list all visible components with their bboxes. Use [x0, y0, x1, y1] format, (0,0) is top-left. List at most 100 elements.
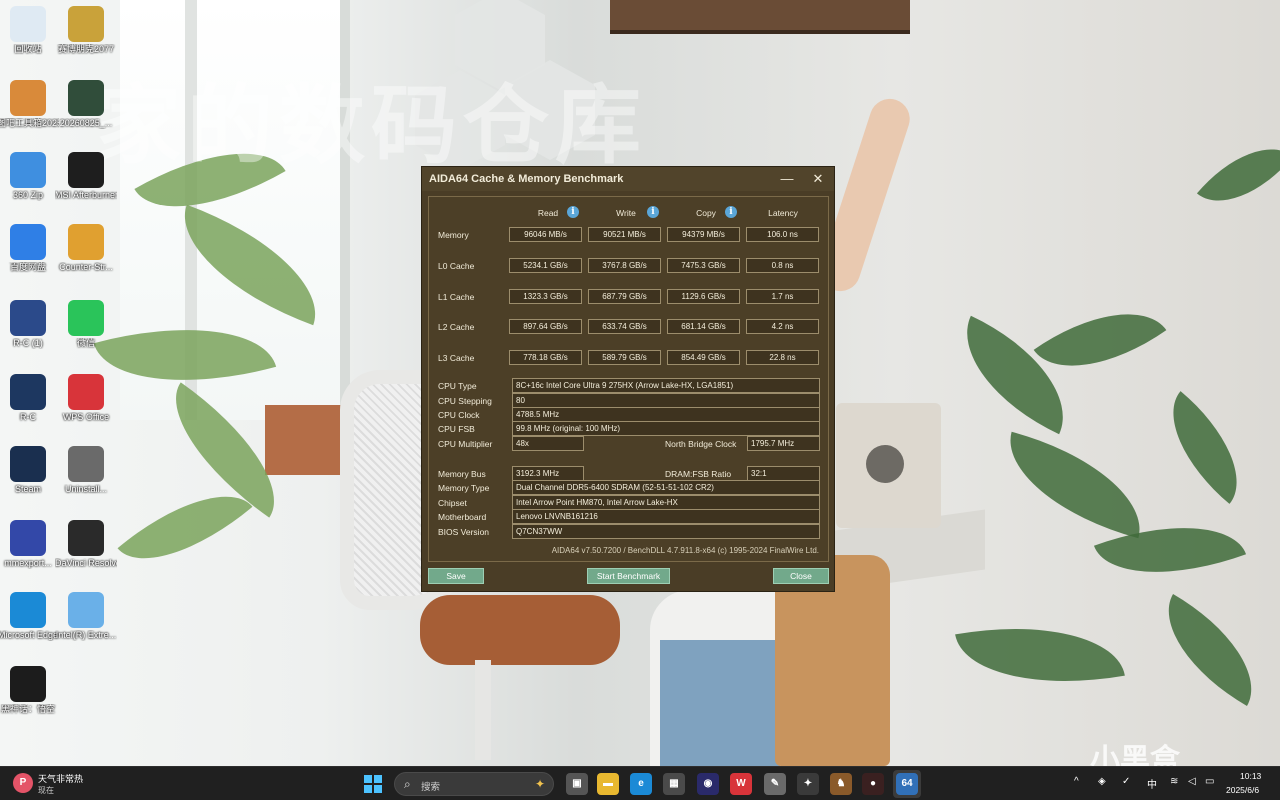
app-icon	[10, 666, 46, 702]
cpu-fsb-value: 99.8 MHz (original: 100 MHz)	[512, 421, 820, 436]
start-menu-icon[interactable]	[364, 775, 382, 793]
app-face-icon[interactable]: ◉	[697, 773, 719, 795]
motherboard-label: Motherboard	[438, 512, 487, 522]
app-icon	[10, 80, 46, 116]
minimize-icon[interactable]: —	[774, 170, 800, 188]
tray-app-icon[interactable]: ◈	[1098, 776, 1106, 787]
desktop-icon[interactable]: 回收站	[0, 6, 59, 55]
aida64-benchmark-window[interactable]: AIDA64 Cache & Memory Benchmark — ✕ Read…	[421, 166, 835, 592]
info-icon[interactable]: i	[647, 206, 659, 218]
close-button[interactable]: Close	[773, 568, 829, 584]
bench-copy-value: 1129.6 GB/s	[667, 289, 740, 304]
record-icon[interactable]: ●	[862, 773, 884, 795]
desktop-icon-label: 360 Zip	[12, 190, 44, 200]
app-icon	[10, 520, 46, 556]
desktop-icon[interactable]: mmexport...	[0, 520, 59, 569]
clock-date[interactable]: 2025/6/6	[1226, 785, 1259, 795]
person-jeans	[660, 640, 780, 766]
info-icon[interactable]: i	[567, 206, 579, 218]
store-icon[interactable]: ▦	[663, 773, 685, 795]
desktop-icon-label: R-C (1)	[13, 338, 43, 348]
close-icon[interactable]: ✕	[805, 170, 831, 188]
wifi-icon[interactable]: ≋	[1170, 776, 1178, 787]
tool-icon[interactable]: ✎	[764, 773, 786, 795]
desktop-icon-label: Uninstall...	[64, 484, 108, 494]
desktop-icon-label: MSI Afterburner	[55, 190, 117, 200]
bench-row-label: L2 Cache	[438, 322, 475, 332]
desktop-icon[interactable]: Counter-Str...	[55, 224, 117, 273]
bench-latency-value: 0.8 ns	[746, 258, 819, 273]
desktop-icon[interactable]: 20260825_...	[55, 80, 117, 129]
bench-read-value: 96046 MB/s	[509, 227, 582, 242]
desktop-icon[interactable]: 360 Zip	[0, 152, 59, 201]
bench-write-value: 3767.8 GB/s	[588, 258, 661, 273]
desktop-icon[interactable]: MSI Afterburner	[55, 152, 117, 201]
desktop-icon[interactable]: DaVinci Resolve	[55, 520, 117, 569]
desktop-icon[interactable]: Uninstall...	[55, 446, 117, 495]
game-icon[interactable]: ✦	[797, 773, 819, 795]
start-benchmark-button[interactable]: Start Benchmark	[587, 568, 670, 584]
desktop-icon-label: 20260825_...	[59, 118, 113, 128]
desktop-icon[interactable]: R-C	[0, 374, 59, 423]
app-icon	[68, 80, 104, 116]
aida64-icon[interactable]: 64	[896, 773, 918, 795]
file-explorer-icon[interactable]: ▬	[597, 773, 619, 795]
cpu-type-value: 8C+16c Intel Core Ultra 9 275HX (Arrow L…	[512, 378, 820, 393]
desktop-icon[interactable]: 微信	[55, 300, 117, 349]
desktop-icon[interactable]: Steam	[0, 446, 59, 495]
clock-time[interactable]: 10:13	[1240, 771, 1261, 781]
bench-latency-value: 106.0 ns	[746, 227, 819, 242]
memory-bus-value: 3192.3 MHz	[512, 466, 584, 481]
edge-icon[interactable]: e	[630, 773, 652, 795]
desktop-icon[interactable]: Microsoft Edge	[0, 592, 59, 641]
memory-type-label: Memory Type	[438, 483, 490, 493]
app-icon	[68, 520, 104, 556]
save-button[interactable]: Save	[428, 568, 484, 584]
tray-pen-icon[interactable]: ✓	[1122, 776, 1130, 787]
bench-write-value: 90521 MB/s	[588, 227, 661, 242]
plant-leaf	[955, 606, 1125, 704]
ime-indicator[interactable]: 中	[1147, 776, 1157, 791]
bench-copy-value: 7475.3 GB/s	[667, 258, 740, 273]
volume-icon[interactable]: ◁	[1188, 776, 1196, 787]
motherboard-value: Lenovo LNVNB161216	[512, 509, 820, 524]
weather-subtitle[interactable]: 现在	[38, 785, 54, 796]
cpu-multiplier-value: 48x	[512, 436, 584, 451]
bench-write-value: 589.79 GB/s	[588, 350, 661, 365]
task-view-icon[interactable]: ▣	[566, 773, 588, 795]
weather-title[interactable]: 天气非常热	[38, 772, 83, 785]
desktop-icon[interactable]: 图吧工具箱2025	[0, 80, 59, 129]
desktop-icon[interactable]: R-C (1)	[0, 300, 59, 349]
taskbar-search-box[interactable]: ⌕ 搜索 ✦	[394, 772, 554, 796]
speaker	[836, 403, 941, 528]
bench-row-label: L1 Cache	[438, 292, 475, 302]
window-titlebar[interactable]: AIDA64 Cache & Memory Benchmark — ✕	[422, 167, 834, 191]
desktop-icon-label: 回收站	[14, 44, 42, 54]
pet-icon[interactable]: ♞	[830, 773, 852, 795]
memory-type-value: Dual Channel DDR5-6400 SDRAM (52-51-51-1…	[512, 480, 820, 495]
desktop-icon-label: mmexport...	[4, 558, 52, 568]
desktop-icon[interactable]: WPS Office	[55, 374, 117, 423]
desktop-icon[interactable]: Intel(R) Extre...	[55, 592, 117, 641]
desktop-icon[interactable]: 百度网盘	[0, 224, 59, 273]
bench-copy-value: 94379 MB/s	[667, 227, 740, 242]
plant-leaf	[1196, 124, 1280, 226]
desktop-icon[interactable]: 赛博朋克2077	[55, 6, 117, 55]
desktop-icon-label: 图吧工具箱2025	[0, 118, 59, 128]
desktop-icon-label: Intel(R) Extre...	[55, 630, 117, 640]
plant-leaf	[993, 431, 1157, 539]
weather-icon[interactable]: P	[13, 773, 33, 793]
app-icon	[10, 224, 46, 260]
taskbar: P 天气非常热 现在 ⌕ 搜索 ✦ ▣ ▬ e ▦ ◉ W ✎ ✦ ♞ ● 64 ^ ◈ ✓ 中 ≋…	[0, 766, 1280, 800]
cpu-clock-value: 4788.5 MHz	[512, 407, 820, 422]
battery-icon[interactable]: ▭	[1205, 776, 1214, 787]
bench-read-value: 897.64 GB/s	[509, 319, 582, 334]
wps-icon[interactable]: W	[730, 773, 752, 795]
app-icon	[68, 152, 104, 188]
info-icon[interactable]: i	[725, 206, 737, 218]
tray-overflow-icon[interactable]: ^	[1074, 776, 1079, 787]
app-icon	[10, 152, 46, 188]
app-icon	[68, 300, 104, 336]
desktop-icon[interactable]: 黑神话：悟空	[0, 666, 59, 715]
dram-ratio-value: 32:1	[747, 466, 820, 481]
